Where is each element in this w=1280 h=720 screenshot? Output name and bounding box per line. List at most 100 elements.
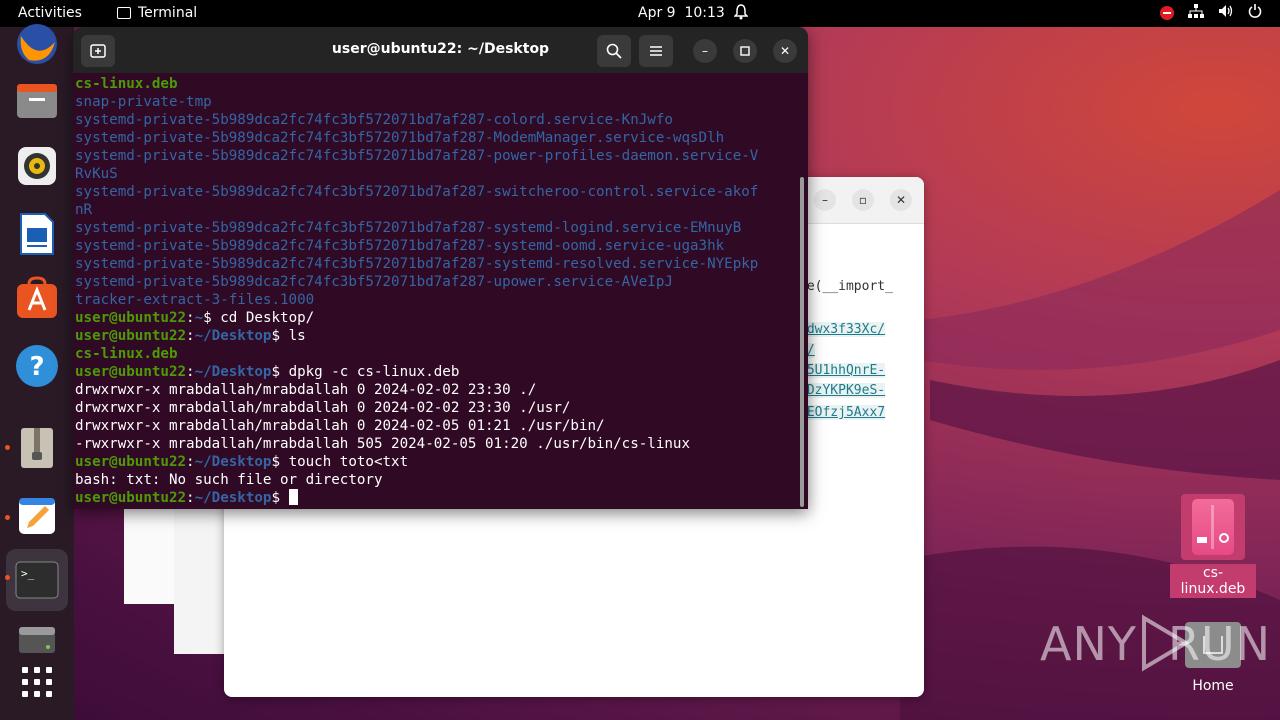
app-name: Terminal <box>138 5 198 21</box>
minimize-button[interactable]: – <box>814 189 836 211</box>
help-icon[interactable]: ? <box>14 343 60 389</box>
code-link[interactable]: /dwx3f33Xc/ <box>799 322 886 337</box>
system-tray[interactable] <box>1160 4 1262 22</box>
archive-manager-icon[interactable] <box>14 425 60 471</box>
software-center-icon[interactable] <box>14 275 60 321</box>
prompt-user-host: user@ubuntu22 <box>75 328 187 344</box>
terminal-icon[interactable]: >_ <box>14 557 60 603</box>
files-icon[interactable] <box>14 77 60 123</box>
prompt-user-host: user@ubuntu22 <box>75 310 187 326</box>
svg-text:?: ? <box>29 352 44 382</box>
terminal-output-line: tracker-extract-3-files.1000 <box>75 291 795 309</box>
terminal-output-line: systemd-private-5b989dca2fc74fc3bf572071… <box>75 183 795 201</box>
minimize-icon: – <box>702 44 708 58</box>
clock[interactable]: Apr 9 10:13 <box>638 5 725 21</box>
terminal-output-line: systemd-private-5b989dca2fc74fc3bf572071… <box>75 147 795 165</box>
terminal-cursor <box>288 489 298 505</box>
close-button[interactable]: ✕ <box>890 189 912 211</box>
code-link[interactable]: 55U1hhQnrE- <box>799 363 886 378</box>
prompt-separator: : <box>186 328 195 344</box>
terminal-output[interactable]: cs-linux.deb snap-private-tmp systemd-priv… <box>75 75 795 509</box>
minimize-button[interactable]: – <box>693 39 717 63</box>
terminal-text: -rwxrwxr-x mrabdallah/mrabdallah 505 202… <box>75 436 690 452</box>
prompt-user-host: user@ubuntu22 <box>75 490 187 506</box>
prompt-path: ~/Desktop <box>194 364 272 380</box>
terminal-output-line: systemd-private-5b989dca2fc74fc3bf572071… <box>75 219 795 237</box>
prompt-path: ~/Desktop <box>194 328 272 344</box>
anyrun-watermark: ANY RUN <box>1040 608 1280 689</box>
prompt-symbol: $ <box>271 364 289 380</box>
terminal-text: systemd-private-5b989dca2fc74fc3bf572071… <box>75 184 759 200</box>
terminal-text: systemd-private-5b989dca2fc74fc3bf572071… <box>75 238 725 254</box>
prompt-path: ~/Desktop <box>194 454 272 470</box>
terminal-output-line: snap-private-tmp <box>75 93 795 111</box>
running-indicator <box>5 515 10 520</box>
do-not-disturb-icon <box>1160 6 1174 20</box>
deb-package-icon <box>1181 494 1245 560</box>
terminal-text: cs-linux.deb <box>75 346 178 362</box>
prompt-separator: : <box>186 454 195 470</box>
close-button[interactable]: ✕ <box>773 39 797 63</box>
terminal-output-line: systemd-private-5b989dca2fc74fc3bf572071… <box>75 237 795 255</box>
dock: ? >_ <box>0 24 74 720</box>
terminal-text: systemd-private-5b989dca2fc74fc3bf572071… <box>75 112 673 128</box>
disk-icon[interactable] <box>14 617 60 663</box>
prompt-command: cd Desktop/ <box>220 310 315 326</box>
prompt-user-host: user@ubuntu22 <box>75 364 187 380</box>
prompt-user-host: user@ubuntu22 <box>75 454 187 470</box>
network-icon <box>1188 4 1204 22</box>
terminal-text: snap-private-tmp <box>75 94 212 110</box>
prompt-separator: : <box>186 490 195 506</box>
maximize-button[interactable]: ▫ <box>852 189 874 211</box>
desktop-file-cs-linux-deb[interactable]: cs-linux.deb <box>1170 494 1256 598</box>
terminal-output-line: systemd-private-5b989dca2fc74fc3bf572071… <box>75 255 795 273</box>
svg-text:ANY: ANY <box>1040 617 1137 671</box>
terminal-output-line: systemd-private-5b989dca2fc74fc3bf572071… <box>75 111 795 129</box>
clock-time: 10:13 <box>684 5 725 21</box>
firefox-icon[interactable] <box>14 21 60 67</box>
svg-text:>_: >_ <box>21 567 35 580</box>
terminal-prompt-line: user@ubuntu22:~/Desktop$ ls <box>75 327 795 345</box>
show-apps-icon[interactable] <box>14 659 60 705</box>
menu-button[interactable] <box>639 35 673 67</box>
maximize-button[interactable] <box>733 39 757 63</box>
code-link[interactable]: NEOfzj5Axx7 <box>799 405 886 420</box>
prompt-symbol: $ <box>271 490 289 506</box>
power-icon <box>1248 4 1262 22</box>
minimize-icon: – <box>822 193 828 207</box>
terminal-text: systemd-private-5b989dca2fc74fc3bf572071… <box>75 148 759 164</box>
prompt-command: ls <box>288 328 306 344</box>
notification-bell-icon[interactable] <box>733 4 749 24</box>
terminal-prompt-line: user@ubuntu22:~/Desktop$ dpkg -c cs-linu… <box>75 363 795 381</box>
terminal-window[interactable]: user@ubuntu22: ~/Desktop – ✕ cs-linux.de… <box>73 27 808 509</box>
hamburger-menu-icon <box>650 46 662 56</box>
terminal-output-line: drwxrwxr-x mrabdallah/mrabdallah 0 2024-… <box>75 381 795 399</box>
volume-icon <box>1218 4 1234 22</box>
app-menu[interactable]: Terminal <box>117 5 197 21</box>
prompt-separator: : <box>186 310 195 326</box>
terminal-text: drwxrwxr-x mrabdallah/mrabdallah 0 2024-… <box>75 418 605 434</box>
running-indicator <box>5 575 10 580</box>
terminal-scrollbar[interactable] <box>800 177 804 507</box>
terminal-output-line: systemd-private-5b989dca2fc74fc3bf572071… <box>75 273 795 291</box>
terminal-output-line: RvKuS <box>75 165 795 183</box>
top-bar: Activities Terminal Apr 9 10:13 <box>0 0 1280 27</box>
terminal-text: systemd-private-5b989dca2fc74fc3bf572071… <box>75 274 673 290</box>
search-icon <box>606 43 622 59</box>
terminal-text: tracker-extract-3-files.1000 <box>75 292 315 308</box>
terminal-output-line: cs-linux.deb <box>75 345 795 363</box>
running-indicator <box>5 445 10 450</box>
libreoffice-writer-icon[interactable] <box>14 211 60 257</box>
prompt-command: touch toto<txt <box>288 454 409 470</box>
text-editor-icon[interactable] <box>14 493 60 539</box>
prompt-path: ~/Desktop <box>194 490 272 506</box>
terminal-text: bash: txt: No such file or directory <box>75 472 383 488</box>
activities-button[interactable]: Activities <box>18 5 82 21</box>
terminal-prompt-line: user@ubuntu22:~$ cd Desktop/ <box>75 309 795 327</box>
clock-date: Apr 9 <box>638 5 676 21</box>
terminal-text: systemd-private-5b989dca2fc74fc3bf572071… <box>75 220 742 236</box>
close-icon: ✕ <box>779 44 791 58</box>
search-button[interactable] <box>597 35 631 67</box>
rhythmbox-icon[interactable] <box>14 143 60 189</box>
code-link[interactable]: oDzYKPK9eS- <box>799 383 886 398</box>
